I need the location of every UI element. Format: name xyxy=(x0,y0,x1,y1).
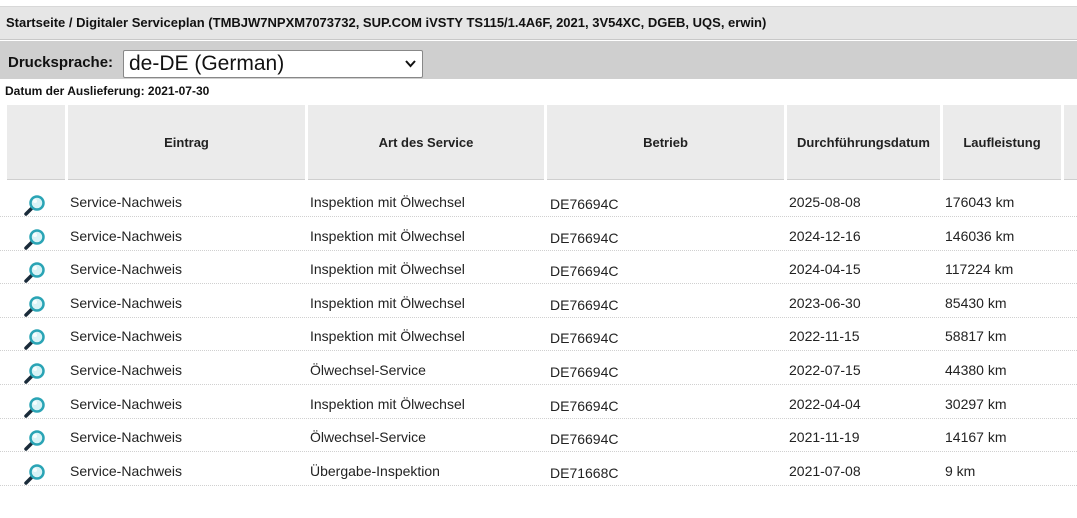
row-entry: Service-Nachweis xyxy=(70,429,183,446)
row-entry: Service-Nachweis xyxy=(70,395,183,412)
row-dealer: DE71668C xyxy=(550,464,619,481)
table-row: Service-Nachweis Inspektion mit Ölwechsel… xyxy=(0,184,1077,217)
magnifier-icon[interactable] xyxy=(24,194,46,216)
table-header: Eintrag Art des Service Betrieb Durchfüh… xyxy=(0,105,1077,182)
row-date: 2021-11-19 xyxy=(789,429,860,446)
row-date: 2022-04-04 xyxy=(789,395,861,412)
header-icon-column xyxy=(7,105,65,180)
row-mileage: 44380 km xyxy=(945,362,1007,378)
table-row: Service-Nachweis Übergabe-Inspektion DE716… xyxy=(0,453,1077,486)
row-service-type: Inspektion mit Ölwechsel xyxy=(310,294,465,311)
table-row: Service-Nachweis Inspektion mit Ölwechsel… xyxy=(0,285,1077,318)
row-entry: Service-Nachweis xyxy=(70,462,183,479)
row-dealer: DE76694C xyxy=(550,263,619,280)
print-language-select[interactable]: de-DE (German) xyxy=(123,50,423,78)
row-date: 2023-06-30 xyxy=(789,294,861,311)
row-service-type: Inspektion mit Ölwechsel xyxy=(310,227,465,244)
header-date: Durchführungsdatum xyxy=(787,105,940,180)
row-dealer: DE76694C xyxy=(550,330,619,347)
row-service-type: Inspektion mit Ölwechsel xyxy=(310,395,465,412)
row-date: 2024-04-15 xyxy=(789,261,861,278)
row-mileage: 146036 km xyxy=(945,227,1015,244)
header-dealer: Betrieb xyxy=(547,105,784,180)
header-service-type: Art des Service xyxy=(308,105,544,180)
breadcrumb: Startseite / Digitaler Serviceplan (TMBJ… xyxy=(0,6,1077,40)
row-service-type: Inspektion mit Ölwechsel xyxy=(310,261,465,278)
magnifier-icon[interactable] xyxy=(24,261,46,283)
row-entry: Service-Nachweis xyxy=(70,227,183,244)
row-entry: Service-Nachweis xyxy=(70,362,183,378)
row-dealer: DE76694C xyxy=(550,196,619,212)
chevron-down-icon xyxy=(405,60,416,68)
delivery-date: Datum der Auslieferung: 2021-07-30 xyxy=(5,84,210,98)
table-row: Service-Nachweis Inspektion mit Ölwechsel… xyxy=(0,218,1077,251)
row-service-type: Inspektion mit Ölwechsel xyxy=(310,328,465,345)
magnifier-icon[interactable] xyxy=(24,295,46,317)
header-extra xyxy=(1064,105,1077,180)
row-dealer: DE76694C xyxy=(550,229,619,246)
row-entry: Service-Nachweis xyxy=(70,328,183,345)
print-language-bar: Drucksprache: de-DE (German) xyxy=(0,41,1077,79)
row-date: 2024-12-16 xyxy=(789,227,861,244)
row-mileage: 85430 km xyxy=(945,294,1007,311)
row-mileage: 117224 km xyxy=(945,261,1014,278)
row-mileage: 14167 km xyxy=(945,429,1007,446)
row-entry: Service-Nachweis xyxy=(70,194,183,210)
row-mileage: 9 km xyxy=(945,462,976,479)
magnifier-icon[interactable] xyxy=(24,362,46,384)
row-date: 2022-11-15 xyxy=(789,328,860,345)
row-date: 2025-08-08 xyxy=(789,194,861,210)
print-language-label: Drucksprache: xyxy=(8,54,114,71)
print-language-value: de-DE (German) xyxy=(129,52,285,75)
row-mileage: 176043 km xyxy=(945,194,1015,210)
table-row: Service-Nachweis Inspektion mit Ölwechsel… xyxy=(0,251,1077,285)
table-row: Service-Nachweis Inspektion mit Ölwechsel… xyxy=(0,318,1077,352)
row-entry: Service-Nachweis xyxy=(70,261,183,278)
header-mileage: Laufleistung xyxy=(943,105,1061,180)
magnifier-icon[interactable] xyxy=(24,328,46,351)
row-dealer: DE76694C xyxy=(550,296,619,313)
header-entry: Eintrag xyxy=(68,105,305,180)
row-service-type: Ölwechsel-Service xyxy=(310,429,426,446)
row-dealer: DE76694C xyxy=(550,431,619,448)
magnifier-icon[interactable] xyxy=(24,228,46,250)
table-row: Service-Nachweis Inspektion mit Ölwechsel… xyxy=(0,386,1077,419)
row-dealer: DE76694C xyxy=(550,364,619,380)
row-date: 2021-07-08 xyxy=(789,462,861,479)
row-service-type: Ölwechsel-Service xyxy=(310,362,426,378)
table-row: Service-Nachweis Ölwechsel-Service DE76694… xyxy=(0,419,1077,453)
row-mileage: 58817 km xyxy=(945,328,1007,345)
row-service-type: Inspektion mit Ölwechsel xyxy=(310,194,465,210)
row-service-type: Übergabe-Inspektion xyxy=(310,462,440,479)
magnifier-icon[interactable] xyxy=(24,396,46,418)
magnifier-icon[interactable] xyxy=(24,463,46,485)
magnifier-icon[interactable] xyxy=(24,429,46,451)
row-mileage: 30297 km xyxy=(945,395,1007,412)
table-row: Service-Nachweis Ölwechsel-Service DE76694… xyxy=(0,352,1077,385)
row-date: 2022-07-15 xyxy=(789,362,861,378)
row-entry: Service-Nachweis xyxy=(70,294,183,311)
row-dealer: DE76694C xyxy=(550,397,619,414)
